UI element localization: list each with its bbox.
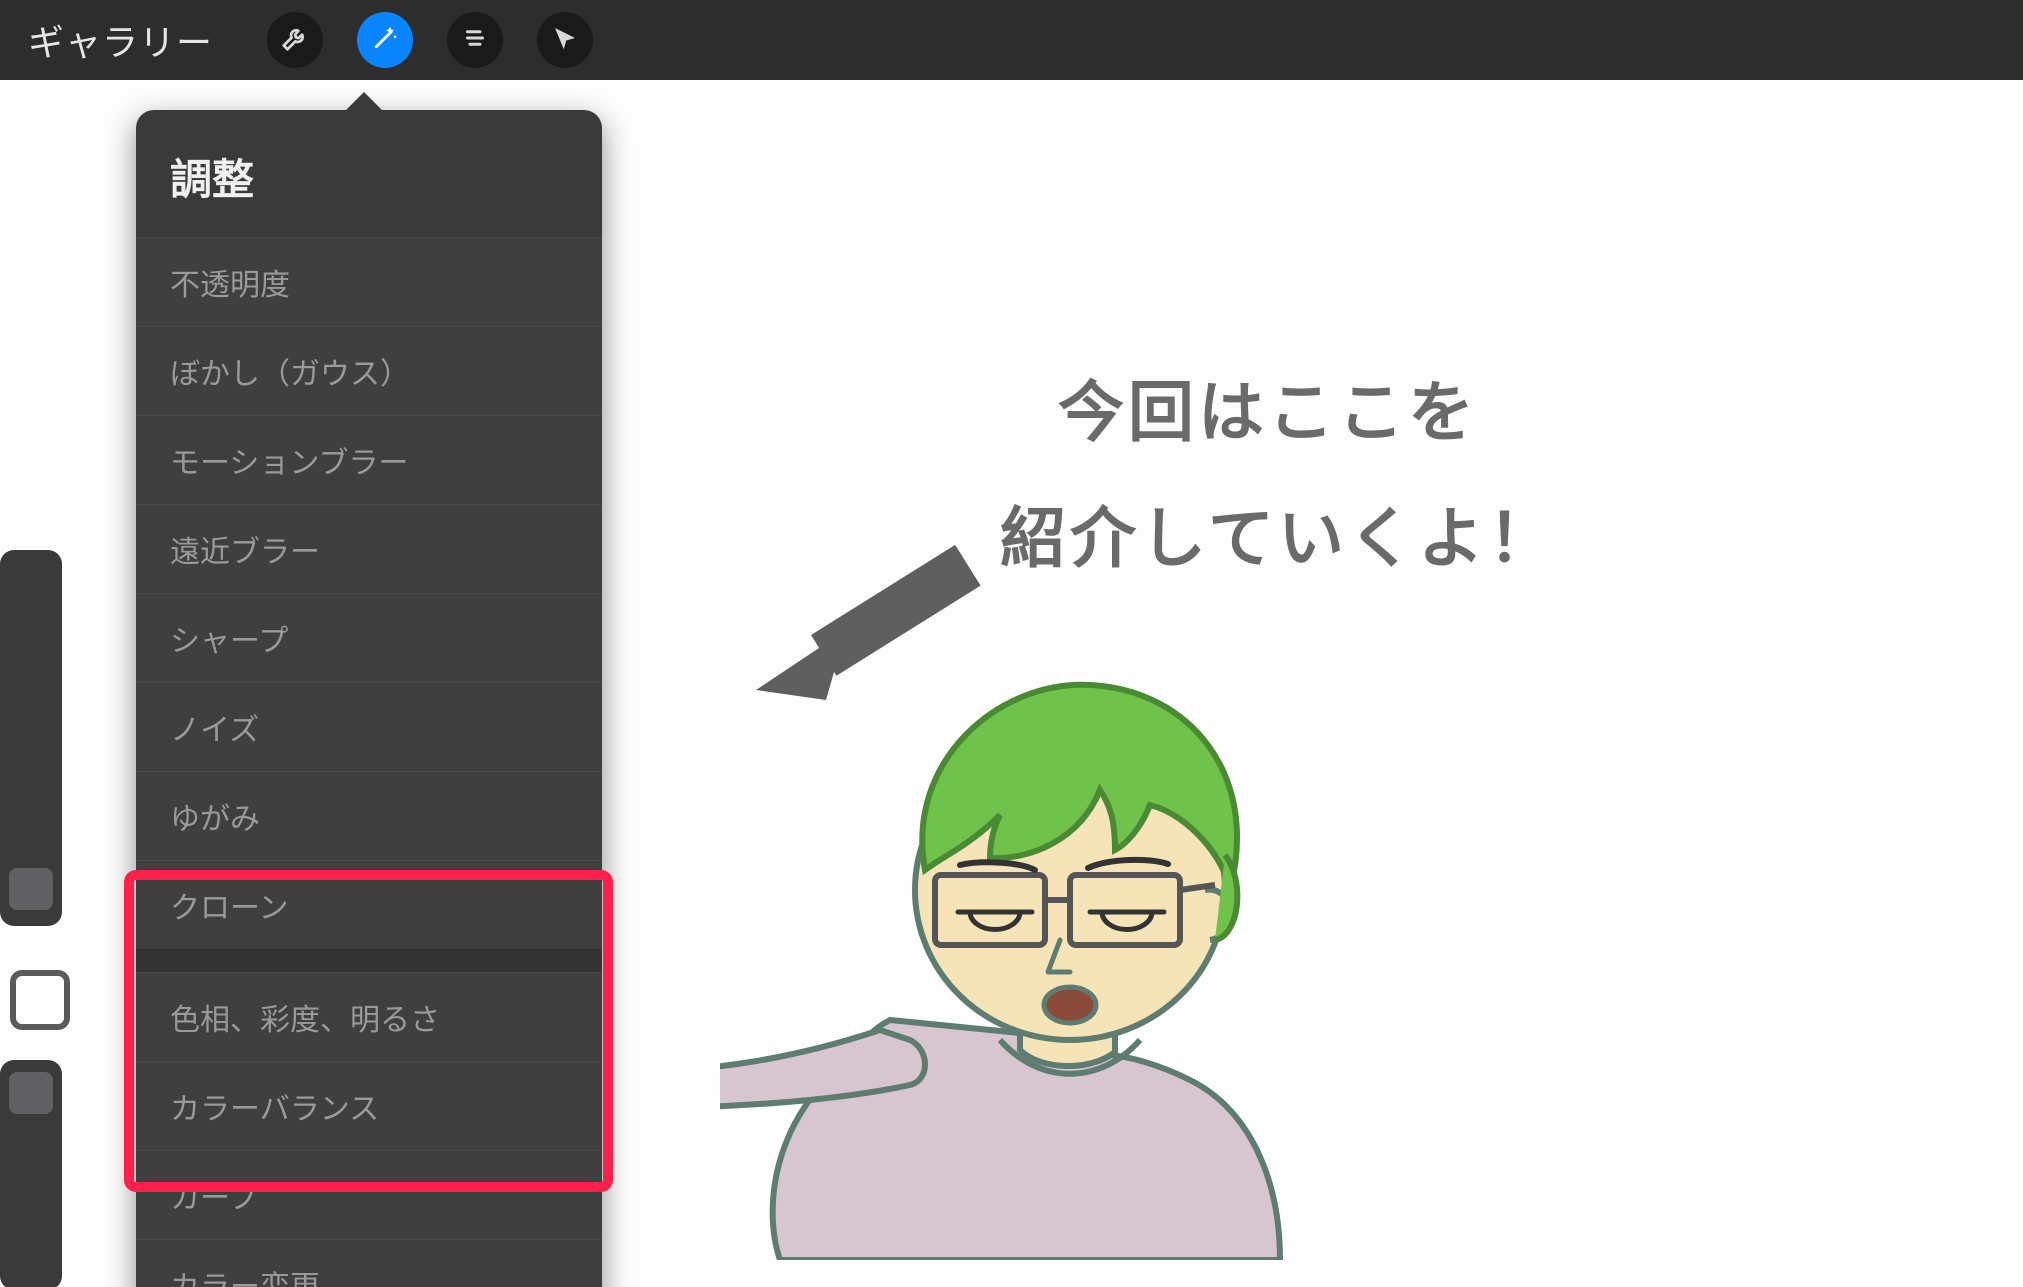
annotation-text-line1: 今回はここを [1058, 360, 1478, 466]
dropdown-separator [136, 949, 602, 972]
adjust-item-motion-blur[interactable]: モーションブラー [136, 415, 602, 504]
adjust-item-liquify[interactable]: ゆがみ [136, 771, 602, 860]
slider-thumb[interactable] [9, 868, 53, 910]
selection-button[interactable] [447, 12, 503, 68]
wrench-icon [280, 23, 310, 58]
adjust-item-recolor[interactable]: カラー変更 [136, 1239, 602, 1287]
wand-icon [370, 23, 400, 58]
adjust-item-perspective-blur[interactable]: 遠近ブラー [136, 504, 602, 593]
annotation-text-line2: 紹介していくよ！ [1000, 486, 1558, 592]
slider-thumb[interactable] [9, 1072, 53, 1114]
adjust-item-curves[interactable]: カーブ [136, 1150, 602, 1239]
adjustments-dropdown: 調整 不透明度 ぼかし（ガウス） モーションブラー 遠近ブラー シャープ ノイズ… [136, 110, 602, 1287]
dropdown-list: 不透明度 ぼかし（ガウス） モーションブラー 遠近ブラー シャープ ノイズ ゆが… [136, 237, 602, 1287]
adjust-item-sharpen[interactable]: シャープ [136, 593, 602, 682]
adjust-item-noise[interactable]: ノイズ [136, 682, 602, 771]
annotation-arrow-icon [756, 520, 996, 725]
modifier-button[interactable] [10, 970, 70, 1030]
adjust-item-hsb[interactable]: 色相、彩度、明るさ [136, 972, 602, 1061]
actions-button[interactable] [267, 12, 323, 68]
top-toolbar: ギャラリー [0, 0, 2023, 80]
dropdown-title: 調整 [136, 110, 602, 237]
adjust-item-color-balance[interactable]: カラーバランス [136, 1061, 602, 1150]
opacity-slider[interactable] [0, 1060, 62, 1287]
adjust-item-gaussian-blur[interactable]: ぼかし（ガウス） [136, 326, 602, 415]
adjustments-button[interactable] [357, 12, 413, 68]
transform-button[interactable] [537, 12, 593, 68]
selection-icon [460, 23, 490, 58]
adjust-item-clone[interactable]: クローン [136, 860, 602, 949]
character-illustration [720, 640, 1520, 1260]
brush-size-slider[interactable] [0, 550, 62, 926]
gallery-button[interactable]: ギャラリー [28, 14, 213, 66]
adjust-item-opacity[interactable]: 不透明度 [136, 237, 602, 326]
pointer-icon [550, 23, 580, 58]
